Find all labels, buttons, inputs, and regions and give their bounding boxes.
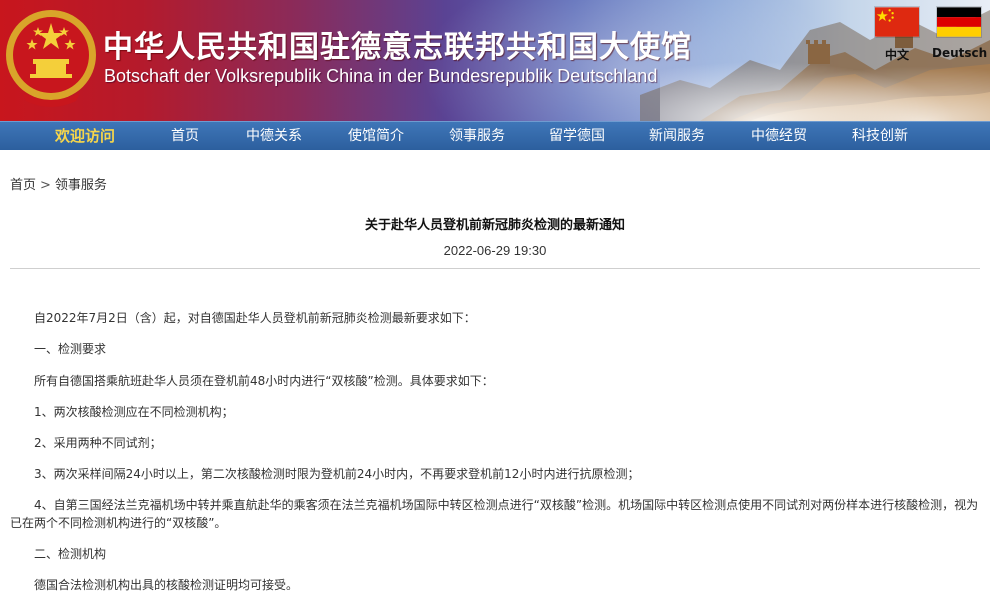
nav-news-services[interactable]: 新闻服务 (637, 122, 717, 151)
article-list-item: 2、采用两种不同试剂； (34, 436, 162, 450)
title-divider (10, 268, 980, 269)
nav-welcome[interactable]: 欢迎访问 (30, 122, 140, 151)
article-paragraph: 所有自德国搭乘航班赴华人员须在登机前48小时内进行“双核酸”检测。具体要求如下： (34, 374, 494, 388)
article-paragraph: 德国合法检测机构出具的核酸检测证明均可接受。 (34, 578, 299, 592)
nav-consular-services[interactable]: 领事服务 (437, 122, 517, 151)
article-title: 关于赴华人员登机前新冠肺炎检测的最新通知 (364, 218, 625, 233)
cn-flag-icon[interactable] (874, 6, 920, 38)
nav-economy-trade[interactable]: 中德经贸 (739, 122, 819, 151)
nav-sino-german-relations[interactable]: 中德关系 (234, 122, 314, 151)
breadcrumb-home[interactable]: 首页 (10, 178, 36, 193)
article-list-item: 1、两次核酸检测应在不同检测机构； (34, 405, 234, 419)
national-emblem-icon (6, 10, 96, 107)
language-chinese-label[interactable]: 中文 (873, 46, 921, 63)
breadcrumb-separator: > (40, 178, 51, 193)
article-paragraph: 自2022年7月2日（含）起，对自德国赴华人员登机前新冠肺炎检测最新要求如下： (34, 311, 476, 325)
nav-home[interactable]: 首页 (150, 122, 220, 151)
article-list-item: 4、自第三国经法兰克福机场中转并乘直航赴华的乘客须在法兰克福机场国际中转区检测点… (10, 498, 979, 530)
article-date: 2022-06-29 19:30 (443, 243, 547, 258)
language-german[interactable]: Deutsch (932, 6, 987, 60)
article-list-item: 3、两次采样间隔24小时以上，第二次核酸检测时限为登机前24小时内，不再要求登机… (34, 467, 640, 481)
de-flag-icon[interactable] (936, 6, 982, 38)
breadcrumb: 首页 > 领事服务 (10, 174, 107, 193)
nav-science-innovation[interactable]: 科技创新 (840, 122, 920, 151)
article-section-heading: 一、检测要求 (34, 342, 107, 356)
language-german-label[interactable]: Deutsch (932, 46, 987, 60)
language-chinese[interactable]: 中文 (873, 6, 921, 63)
main-navigation: 欢迎访问 首页 中德关系 使馆简介 领事服务 留学德国 新闻服务 中德经贸 科技… (0, 121, 990, 150)
embassy-title-german: Botschaft der Volksrepublik China in der… (104, 66, 658, 86)
nav-embassy-intro[interactable]: 使馆简介 (336, 122, 416, 151)
nav-study-in-germany[interactable]: 留学德国 (537, 122, 617, 151)
article-section-heading: 二、检测机构 (34, 547, 107, 561)
breadcrumb-consular-services[interactable]: 领事服务 (55, 178, 107, 193)
header-banner: 中华人民共和国驻德意志联邦共和国大使馆 Botschaft der Volksr… (0, 0, 990, 121)
embassy-title-chinese: 中华人民共和国驻德意志联邦共和国大使馆 (103, 30, 692, 65)
banner-clouds (660, 51, 990, 121)
